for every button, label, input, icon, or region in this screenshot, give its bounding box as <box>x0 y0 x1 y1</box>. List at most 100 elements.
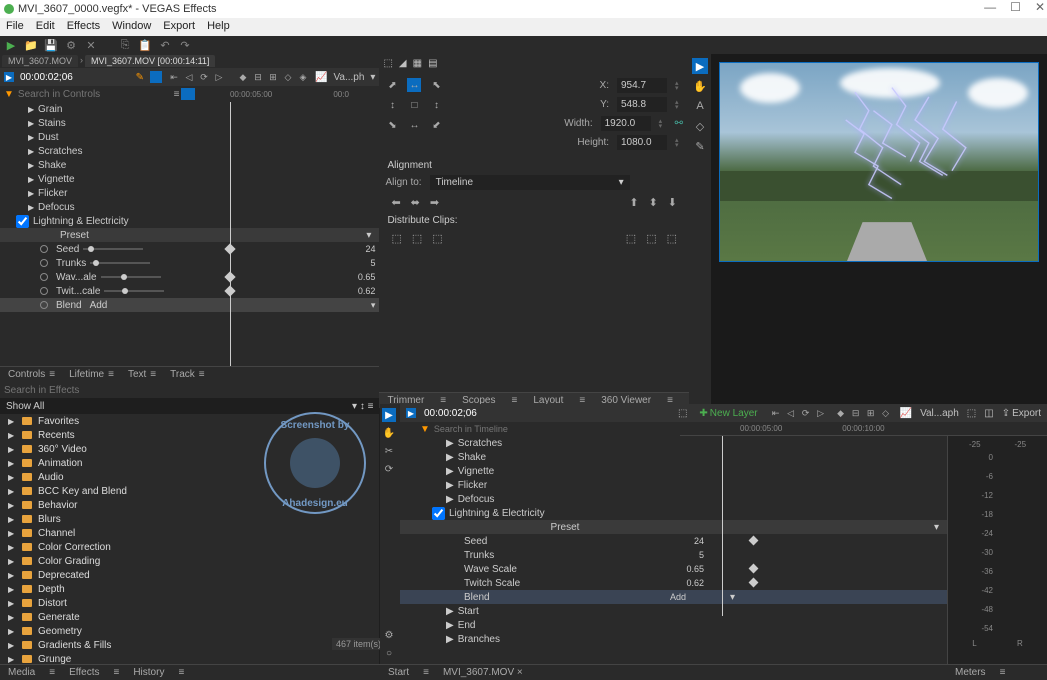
preset-row[interactable]: Preset▾ <box>0 228 379 242</box>
anchor-tr-icon[interactable]: ⬉ <box>429 78 443 92</box>
tl-gear-icon[interactable]: ⚙ <box>382 628 396 642</box>
tool-a-icon[interactable]: ⬚ <box>383 58 392 69</box>
options-icon[interactable]: ≡ <box>368 401 374 412</box>
anchor-mr-icon[interactable]: ↕ <box>429 98 443 112</box>
next-frame-icon[interactable]: ▷ <box>213 71 225 83</box>
dist-v3-icon[interactable]: ⬚ <box>667 232 677 245</box>
tl-cut-icon[interactable]: ✂ <box>382 444 396 458</box>
prev-frame-icon[interactable]: ◁ <box>183 71 195 83</box>
anchor-bc-icon[interactable]: ↔ <box>407 118 421 132</box>
dropdown-icon[interactable]: ▾ <box>352 401 357 412</box>
media-item[interactable]: ▶Color Grading <box>0 554 379 568</box>
media-item[interactable]: ▶Color Correction <box>0 540 379 554</box>
anchor-tc-icon[interactable]: ↔ <box>407 78 421 92</box>
kf-prev-icon[interactable]: ⊟ <box>252 71 264 83</box>
align-hcenter-icon[interactable]: ⬌ <box>411 196 420 209</box>
tl-export-button[interactable]: ⇪ Export <box>1002 408 1041 419</box>
tl-kf4-icon[interactable]: ◇ <box>880 407 892 419</box>
ctrl-row[interactable]: ▶Stains <box>0 116 379 130</box>
tl-play-icon[interactable]: ▶ <box>406 408 416 418</box>
align-top-icon[interactable]: ⬆ <box>629 196 638 209</box>
ctrl-row[interactable]: ▶Defocus <box>0 200 379 214</box>
tl-row[interactable]: ▶Shake <box>400 450 947 464</box>
anchor-bl-icon[interactable]: ⬊ <box>385 118 399 132</box>
list-icon[interactable]: ≡ <box>174 89 180 100</box>
close-button[interactable]: ✕ <box>1035 0 1045 14</box>
media-item[interactable]: ▶Behavior <box>0 498 379 512</box>
timeline-ruler[interactable]: 00:00:05:00 00:00:10:00 <box>680 422 1047 436</box>
kf-next-icon[interactable]: ⊞ <box>267 71 279 83</box>
tab-clip[interactable]: MVI_3607.MOV × <box>443 667 523 678</box>
tl-kf2-icon[interactable]: ⊟ <box>850 407 862 419</box>
media-item[interactable]: ▶Depth <box>0 582 379 596</box>
tl-prev-icon[interactable]: ◁ <box>785 407 797 419</box>
paste-icon[interactable]: 📋 <box>138 38 152 52</box>
breadcrumb-a[interactable]: MVI_3607.MOV <box>2 55 78 67</box>
param-blend[interactable]: BlendAdd▾ <box>0 298 379 312</box>
save-icon[interactable]: 💾 <box>44 38 58 52</box>
align-right-icon[interactable]: ➡ <box>430 196 439 209</box>
tl-preset-row[interactable]: Preset▾ <box>400 520 947 534</box>
tl-view1-icon[interactable]: ⬚ <box>967 408 976 419</box>
tl-fx-row[interactable]: Lightning & Electricity <box>400 506 947 520</box>
tl-kf3-icon[interactable]: ⊞ <box>865 407 877 419</box>
tab-effects-bottom[interactable]: Effects <box>69 667 99 678</box>
media-item[interactable]: ▶Favorites <box>0 414 379 428</box>
tl-row[interactable]: ▶Start <box>400 604 947 618</box>
ctrl-row[interactable]: ▶Shake <box>0 158 379 172</box>
alignto-dropdown[interactable]: Timeline▾ <box>430 175 630 190</box>
tl-param-wave[interactable]: Wave Scale0.65 <box>400 562 947 576</box>
ctrl-row[interactable]: ▶Flicker <box>0 186 379 200</box>
fx-row[interactable]: Lightning & Electricity <box>0 214 379 228</box>
mask-tool-icon[interactable]: ◇ <box>692 118 708 134</box>
tab-track[interactable]: Track ≡ <box>170 369 204 380</box>
marker-icon[interactable] <box>150 71 162 83</box>
tab-history[interactable]: History <box>133 667 164 678</box>
select-tool-icon[interactable]: ▶ <box>692 58 708 74</box>
w-input[interactable]: 1920.0 <box>601 116 651 131</box>
tab-lifetime[interactable]: Lifetime ≡ <box>69 369 114 380</box>
menu-file[interactable]: File <box>6 20 24 34</box>
media-item[interactable]: ▶Gradients & Fills <box>0 638 379 652</box>
dist-h3-icon[interactable]: ⬚ <box>432 232 442 245</box>
dist-v2-icon[interactable]: ⬚ <box>646 232 656 245</box>
anchor-ml-icon[interactable]: ↕ <box>385 98 399 112</box>
menu-effects[interactable]: Effects <box>67 20 100 34</box>
media-item[interactable]: ▶Animation <box>0 456 379 470</box>
param-seed[interactable]: Seed24 <box>0 242 379 256</box>
tl-param-seed[interactable]: Seed24 <box>400 534 947 548</box>
anchor-c-icon[interactable]: □ <box>407 98 421 112</box>
search-controls-input[interactable] <box>18 89 174 100</box>
filter-icon[interactable]: ▼ <box>4 89 14 100</box>
view-icon[interactable] <box>181 88 195 100</box>
brush-tool-icon[interactable]: ✎ <box>692 138 708 154</box>
media-item[interactable]: ▶Deprecated <box>0 568 379 582</box>
dist-v1-icon[interactable]: ⬚ <box>626 232 636 245</box>
tl-tag-icon[interactable]: ⬚ <box>678 408 687 419</box>
copy-icon[interactable]: ⎘ <box>118 38 132 52</box>
link-icon[interactable]: ⚯ <box>675 118 683 129</box>
media-item[interactable]: ▶Recents <box>0 428 379 442</box>
y-input[interactable]: 548.8 <box>617 97 667 112</box>
tl-start-icon[interactable]: ⇤ <box>770 407 782 419</box>
tl-row[interactable]: ▶Vignette <box>400 464 947 478</box>
search-timeline-input[interactable] <box>434 424 551 434</box>
tl-row[interactable]: ▶End <box>400 618 947 632</box>
align-vcenter-icon[interactable]: ⬍ <box>649 196 658 209</box>
minimize-button[interactable]: — <box>984 0 996 14</box>
text-tool-icon[interactable]: A <box>692 98 708 114</box>
breadcrumb-b[interactable]: MVI_3607.MOV [00:00:14:11] <box>85 55 215 67</box>
tl-view2-icon[interactable]: ◫ <box>984 408 993 419</box>
menu-help[interactable]: Help <box>207 20 230 34</box>
show-all[interactable]: Show All <box>6 401 44 412</box>
media-item[interactable]: ▶Generate <box>0 610 379 624</box>
tab-meters[interactable]: Meters <box>955 667 986 678</box>
tl-kf1-icon[interactable]: ◆ <box>835 407 847 419</box>
media-item[interactable]: ▶BCC Key and Blend <box>0 484 379 498</box>
tl-filter-icon[interactable]: ▼ <box>420 424 430 435</box>
align-left-icon[interactable]: ⬅ <box>391 196 400 209</box>
kf-all-icon[interactable]: ◈ <box>297 71 309 83</box>
menu-export[interactable]: Export <box>163 20 195 34</box>
hand-tool-icon[interactable]: ✋ <box>692 78 708 94</box>
ctrl-row[interactable]: ▶Dust <box>0 130 379 144</box>
